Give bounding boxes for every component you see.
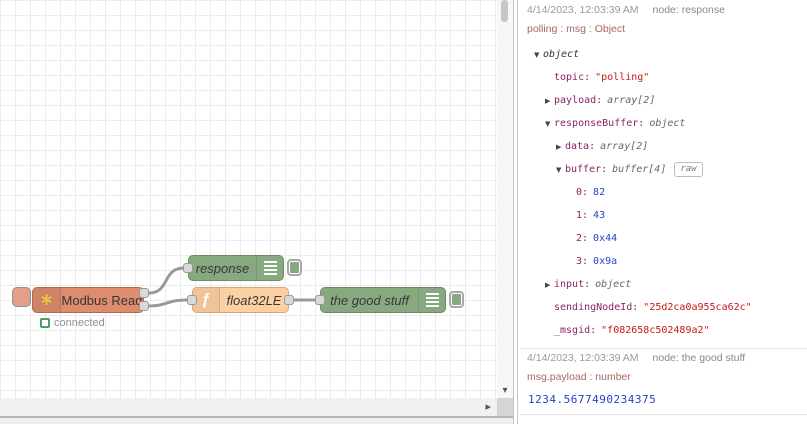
property-value: 43 [593,210,606,221]
tree-row[interactable]: ▼ buffer: buffer[4] raw [520,158,807,181]
property-value: "25d2ca0a955ca62c" [643,302,752,313]
property-key: 0: [576,187,589,198]
message-path: msg.payload : number [527,371,631,383]
node-label: float32LE [226,292,282,308]
timestamp: 4/14/2023, 12:03:39 AM [527,352,639,364]
node-response-debug[interactable]: response [188,255,284,281]
property-value: "polling" [595,72,650,83]
property-value: 82 [593,187,606,198]
message-separator [520,414,807,415]
source-node-name[interactable]: node: the good stuff [653,352,746,364]
function-icon-section: ƒ [193,288,220,312]
node-good-stuff-debug[interactable]: the good stuff [320,287,446,313]
property-key: payload: [554,95,603,106]
scroll-down-arrow-icon[interactable]: ▾ [497,384,513,398]
tree-row: sendingNodeId: "25d2ca0a955ca62c" [520,296,807,319]
collapse-icon[interactable]: ▼ [556,159,565,182]
property-key: 3: [576,256,589,267]
modbus-output-port-1[interactable] [139,288,149,298]
tree-row[interactable]: ▼ object [520,43,807,66]
node-label: the good stuff [330,292,409,308]
property-value: 0x44 [593,233,618,244]
response-input-port[interactable] [183,263,193,273]
status-label: connected [54,317,105,329]
debug-message-meta: 4/14/2023, 12:03:39 AM node: the good stu… [527,352,745,364]
property-value: object [595,279,632,290]
function-f-icon: ƒ [201,291,211,308]
property-value: object [649,118,686,129]
response-enable-toggle[interactable] [287,259,302,276]
node-label: Modbus Read [61,292,143,308]
scrollbar-corner [497,398,513,416]
tree-row: topic: "polling" [520,66,807,89]
good-stuff-enable-toggle[interactable] [449,291,464,308]
property-key: input: [554,279,591,290]
tree-row[interactable]: ▶ input: object [520,273,807,296]
node-label: response [195,260,250,276]
scroll-right-arrow-icon[interactable]: ▸ [485,399,491,415]
tree-row: 2: 0x44 [520,227,807,250]
property-key: data: [565,141,596,152]
function-input-port[interactable] [187,295,197,305]
expand-icon[interactable]: ▶ [545,90,554,113]
debug-sidebar[interactable]: 4/14/2023, 12:03:39 AM node: response pol… [520,0,807,424]
modbus-node-button[interactable] [12,287,31,307]
property-value: array[2] [607,95,656,106]
tree-row: 3: 0x9a [520,250,807,273]
tree-row[interactable]: ▶ payload: array[2] [520,89,807,112]
modbus-output-port-2[interactable] [139,301,149,311]
raw-button[interactable]: raw [674,162,703,177]
property-key: sendingNodeId: [554,302,639,313]
node-float32le-function[interactable]: ƒ float32LE [192,287,289,313]
status-connected-icon [40,318,50,328]
property-value: 0x9a [593,256,618,267]
property-key: topic: [554,72,591,83]
debug-output-icon [256,256,283,280]
property-value: array[2] [600,141,649,152]
good-stuff-input-port[interactable] [315,295,325,305]
property-value: object [543,49,580,60]
property-value: "f082658c502489a2" [601,325,710,336]
node-modbus-read[interactable]: ✱ Modbus Read [32,287,144,313]
sidebar-divider[interactable] [513,0,520,424]
property-key: 1: [576,210,589,221]
function-output-port[interactable] [284,295,294,305]
window-bottom-edge [0,416,513,424]
tree-row: 1: 43 [520,204,807,227]
property-value: buffer[4] [612,164,667,175]
wire[interactable] [148,298,188,308]
timestamp: 4/14/2023, 12:03:39 AM [527,4,639,16]
tree-row[interactable]: ▼ responseBuffer: object [520,112,807,135]
property-key: buffer: [565,164,608,175]
source-node-name[interactable]: node: response [653,4,725,16]
payload-number-value: 1234.5677490234375 [528,393,657,406]
debug-output-icon [418,288,445,312]
vertical-scrollbar-thumb[interactable] [501,0,508,22]
wires-layer [148,266,315,308]
message-path: polling : msg : Object [527,23,626,35]
debug-message-meta: 4/14/2023, 12:03:39 AM node: response [527,4,725,16]
debug-tree: ▼ object topic: "polling" ▶ payload: array[2] ▼… [520,43,807,342]
property-key: _msgid: [554,325,597,336]
expand-icon[interactable]: ▶ [545,274,554,297]
property-key: 2: [576,233,589,244]
tree-row: 0: 82 [520,181,807,204]
vertical-scrollbar[interactable]: ▾ [497,0,513,398]
modbus-gear-icon: ✱ [40,291,53,309]
expand-icon[interactable]: ▶ [556,136,565,159]
collapse-icon[interactable]: ▼ [534,44,543,67]
horizontal-scrollbar[interactable]: ▸ [0,398,497,416]
flow-canvas[interactable]: ✱ Modbus Read connected response ƒ float… [0,0,497,398]
node-status: connected [40,317,105,329]
collapse-icon[interactable]: ▼ [545,113,554,136]
tree-row[interactable]: ▶ data: array[2] [520,135,807,158]
message-separator [520,348,807,349]
modbus-icon-section: ✱ [33,288,61,312]
tree-row: _msgid: "f082658c502489a2" [520,319,807,342]
wire[interactable] [148,266,185,295]
node-red-window: ✱ Modbus Read connected response ƒ float… [0,0,807,424]
property-key: responseBuffer: [554,118,645,129]
